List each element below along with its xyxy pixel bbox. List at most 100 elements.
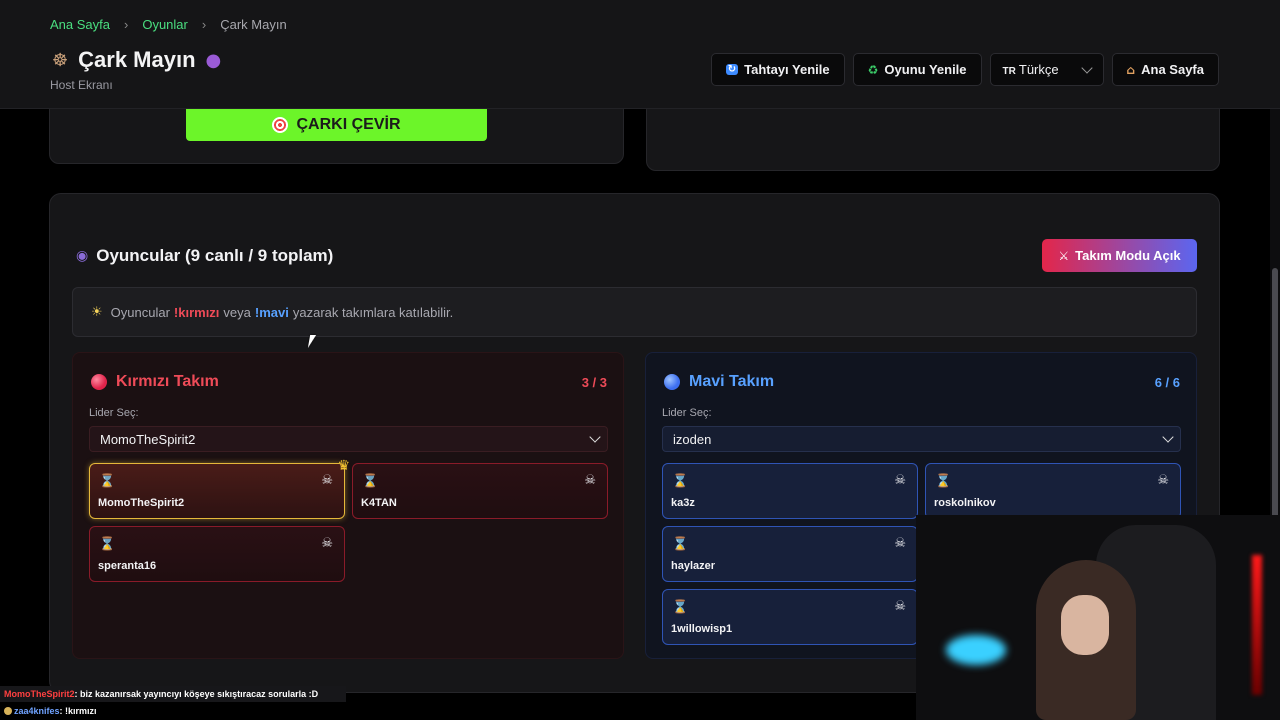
hourglass-icon: ⌛ xyxy=(362,474,379,489)
refresh-board-label: Tahtayı Yenile xyxy=(744,62,830,77)
info-suffix: yazarak takımlara katılabilir. xyxy=(292,304,454,320)
blue-team-name: Mavi Takım xyxy=(689,373,775,390)
badge-icon xyxy=(4,707,12,715)
player-card[interactable]: ⌛ ☠ K4TAN xyxy=(352,463,608,519)
swords-icon: ⚔ xyxy=(1058,248,1070,263)
breadcrumb-home-link[interactable]: Ana Sayfa xyxy=(50,17,110,32)
red-team-name: Kırmızı Takım xyxy=(116,373,219,390)
spin-wheel-button[interactable]: ÇARKI ÇEVİR xyxy=(186,109,487,141)
target-icon xyxy=(272,117,289,133)
bomb-icon: ● xyxy=(205,49,222,71)
hourglass-icon: ⌛ xyxy=(99,537,116,552)
hourglass-icon: ⌛ xyxy=(935,474,952,489)
red-circle-icon xyxy=(91,374,107,390)
app-header: Ana Sayfa › Oyunlar › Çark Mayın ☸ Çark … xyxy=(0,0,1280,109)
breadcrumb-games-link[interactable]: Oyunlar xyxy=(142,17,188,32)
header-actions: ↻ Tahtayı Yenile ♻ Oyunu Yenile TR Türkçe… xyxy=(710,53,1219,86)
hourglass-icon: ⌛ xyxy=(672,474,689,489)
players-title: Oyuncular (9 canlı / 9 toplam) xyxy=(96,246,334,265)
blue-circle-icon xyxy=(664,374,680,390)
language-flag: TR xyxy=(1002,66,1016,77)
house-icon: ⌂ xyxy=(1126,62,1136,77)
chat-message: MomoTheSpirit2: biz kazanırsak yayıncıyı… xyxy=(4,689,318,699)
refresh-board-button[interactable]: ↻ Tahtayı Yenile xyxy=(710,53,845,86)
users-icon: ◉ xyxy=(76,248,89,264)
lightbulb-icon: ☀ xyxy=(91,304,103,320)
player-name: 1willowisp1 xyxy=(671,623,733,635)
info-mid: veya xyxy=(223,304,251,320)
chat-text: : !kırmızı xyxy=(59,706,97,716)
players-heading: ◉ Oyuncular (9 canlı / 9 toplam) xyxy=(76,246,333,266)
language-select[interactable]: TR Türkçe xyxy=(989,53,1104,86)
blue-team-count: 6 / 6 xyxy=(1154,375,1180,390)
blue-leader-label: Lider Seç: xyxy=(662,407,712,419)
info-banner: ☀ Oyuncular !kırmızı veya !mavi yazarak … xyxy=(72,287,1197,337)
spin-wheel-label: ÇARKI ÇEVİR xyxy=(296,116,401,133)
player-card[interactable]: ⌛ ☠ 1willowisp1 xyxy=(662,589,918,645)
player-name: roskolnikov xyxy=(934,497,996,509)
page-title-row: ☸ Çark Mayın ● xyxy=(52,47,221,73)
player-card[interactable]: ⌛ ☠ haylazer xyxy=(662,526,918,582)
hourglass-icon: ⌛ xyxy=(99,474,116,489)
chat-text: : biz kazanırsak yayıncıyı köşeye sıkışt… xyxy=(74,689,319,699)
refresh-icon: ↻ xyxy=(725,64,739,75)
red-leader-value: MomoTheSpirit2 xyxy=(100,431,196,447)
player-card[interactable]: ⌛ ☠ speranta16 xyxy=(89,526,345,582)
chat-username: zaa4knifes xyxy=(14,706,60,716)
blue-leader-select[interactable]: izoden xyxy=(662,426,1181,452)
chat-message: zaa4knifes: !kırmızı xyxy=(4,706,97,716)
home-button[interactable]: ⌂ Ana Sayfa xyxy=(1111,53,1219,86)
language-label: Türkçe xyxy=(1018,62,1059,77)
skull-kick-icon[interactable]: ☠ xyxy=(584,473,596,488)
red-light xyxy=(1252,555,1262,695)
page-title: Çark Mayın xyxy=(78,47,196,72)
player-card[interactable]: ⌛ ☠ roskolnikov xyxy=(925,463,1181,519)
player-name: haylazer xyxy=(671,560,716,572)
blue-leader-value: izoden xyxy=(673,431,712,447)
skull-kick-icon[interactable]: ☠ xyxy=(321,473,333,488)
chevron-right-icon: › xyxy=(201,17,207,32)
team-mode-toggle[interactable]: ⚔ Takım Modu Açık xyxy=(1042,239,1197,272)
player-name: ka3z xyxy=(671,497,695,509)
red-team-count: 3 / 3 xyxy=(581,375,607,390)
webcam-overlay xyxy=(916,515,1280,720)
breadcrumb: Ana Sayfa › Oyunlar › Çark Mayın xyxy=(50,17,287,32)
chevron-down-icon xyxy=(1080,61,1093,74)
streamer-face xyxy=(1061,595,1109,655)
player-name: MomoTheSpirit2 xyxy=(98,497,185,509)
player-card[interactable]: ⌛ ☠ ♛ MomoTheSpirit2 xyxy=(89,458,350,519)
red-leader-select[interactable]: MomoTheSpirit2 xyxy=(89,426,608,452)
scrollbar-thumb[interactable] xyxy=(1272,268,1278,518)
chevron-right-icon: › xyxy=(124,17,129,32)
home-button-label: Ana Sayfa xyxy=(1141,62,1204,77)
recycle-icon: ♻ xyxy=(867,62,879,77)
breadcrumb-current: Çark Mayın xyxy=(220,17,287,32)
red-leader-label: Lider Seç: xyxy=(89,407,139,419)
chevron-down-icon xyxy=(589,431,601,443)
red-team-panel: Kırmızı Takım 3 / 3 Lider Seç: MomoTheSp… xyxy=(72,352,624,659)
info-prefix: Oyuncular xyxy=(110,304,170,320)
player-name: K4TAN xyxy=(361,497,397,509)
blue-team-header: Mavi Takım xyxy=(664,373,774,391)
page-subtitle: Host Ekranı xyxy=(50,78,113,92)
restart-game-label: Oyunu Yenile xyxy=(884,62,967,77)
hourglass-icon: ⌛ xyxy=(672,537,689,552)
player-card[interactable]: ⌛ ☠ ka3z xyxy=(662,463,918,519)
skull-kick-icon[interactable]: ☠ xyxy=(894,473,906,488)
skull-kick-icon[interactable]: ☠ xyxy=(894,599,906,614)
hourglass-icon: ⌛ xyxy=(672,600,689,615)
ferris-wheel-icon: ☸ xyxy=(52,49,69,71)
player-name: speranta16 xyxy=(98,560,157,572)
restart-game-button[interactable]: ♻ Oyunu Yenile xyxy=(852,53,982,86)
crown-icon: ♛ xyxy=(337,458,350,474)
chevron-down-icon xyxy=(1162,431,1174,443)
info-blue-command: !mavi xyxy=(254,304,289,320)
chat-username: MomoTheSpirit2 xyxy=(4,689,75,699)
team-mode-label: Takım Modu Açık xyxy=(1075,248,1181,263)
red-team-header: Kırmızı Takım xyxy=(91,373,219,391)
side-card xyxy=(646,100,1220,171)
skull-kick-icon[interactable]: ☠ xyxy=(321,536,333,551)
blue-lamp xyxy=(946,635,1006,665)
skull-kick-icon[interactable]: ☠ xyxy=(1157,473,1169,488)
skull-kick-icon[interactable]: ☠ xyxy=(894,536,906,551)
